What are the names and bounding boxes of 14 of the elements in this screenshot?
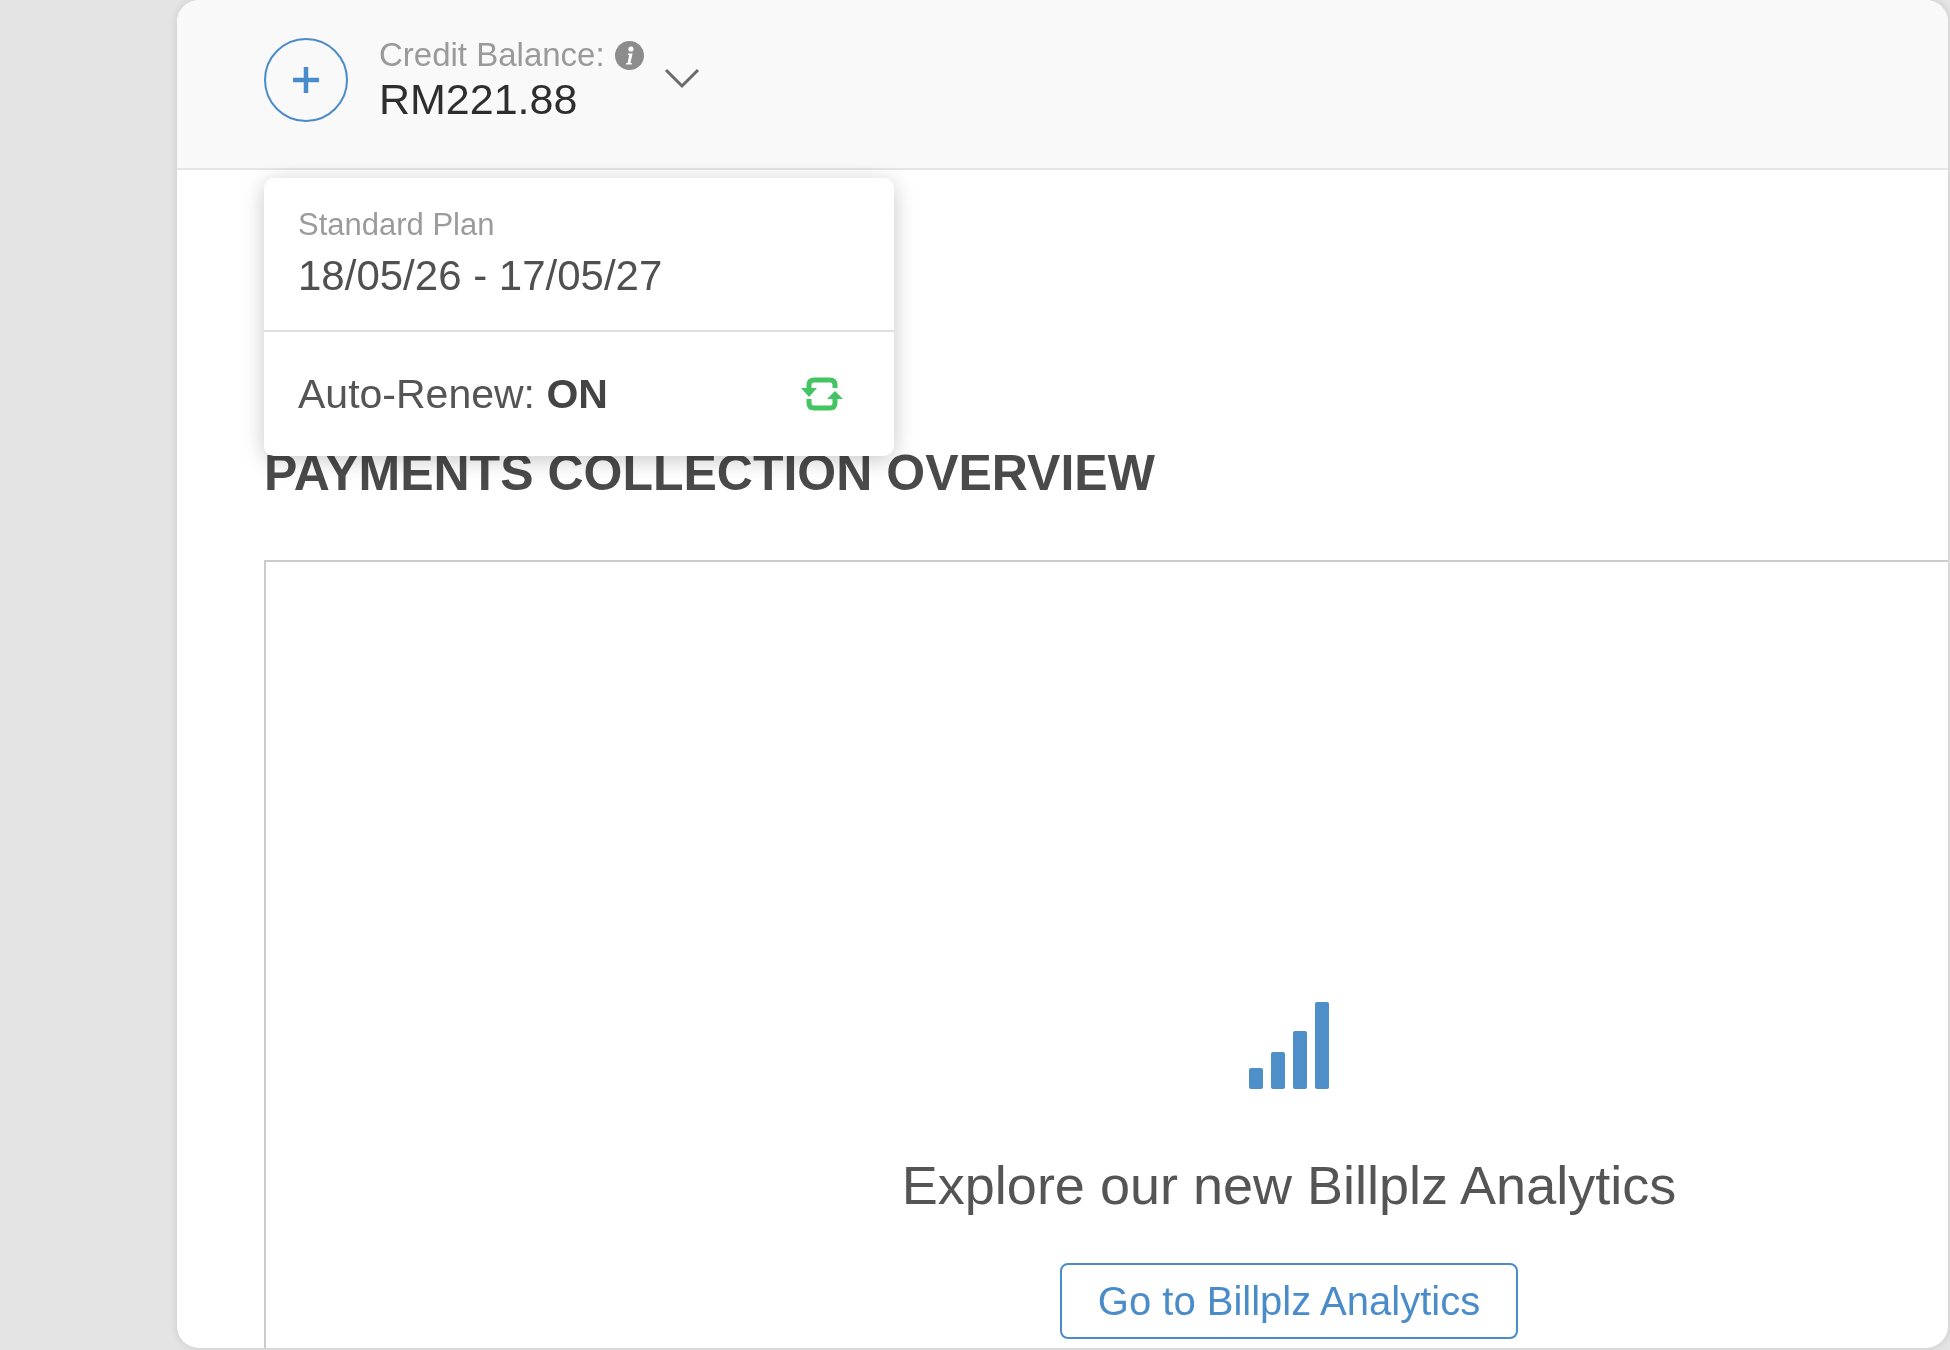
chevron-down-icon <box>663 67 700 89</box>
plus-icon <box>293 67 319 93</box>
add-credit-button[interactable] <box>264 38 348 122</box>
bar-chart-icon <box>1249 1002 1329 1089</box>
go-to-analytics-button[interactable]: Go to Billplz Analytics <box>1060 1263 1518 1339</box>
analytics-message: Explore our new Billplz Analytics <box>901 1154 1677 1217</box>
info-icon <box>614 40 644 70</box>
section-title: PAYMENTS COLLECTION OVERVIEW <box>264 444 1155 502</box>
auto-renew-status: Auto-Renew: ON <box>298 370 608 418</box>
credit-balance-amount: RM221.88 <box>379 74 578 124</box>
dropdown-toggle[interactable] <box>663 67 700 89</box>
credit-balance-label: Credit Balance: <box>379 36 605 74</box>
plan-period: 18/05/26 - 17/05/27 <box>298 252 663 300</box>
plan-name: Standard Plan <box>298 206 495 244</box>
